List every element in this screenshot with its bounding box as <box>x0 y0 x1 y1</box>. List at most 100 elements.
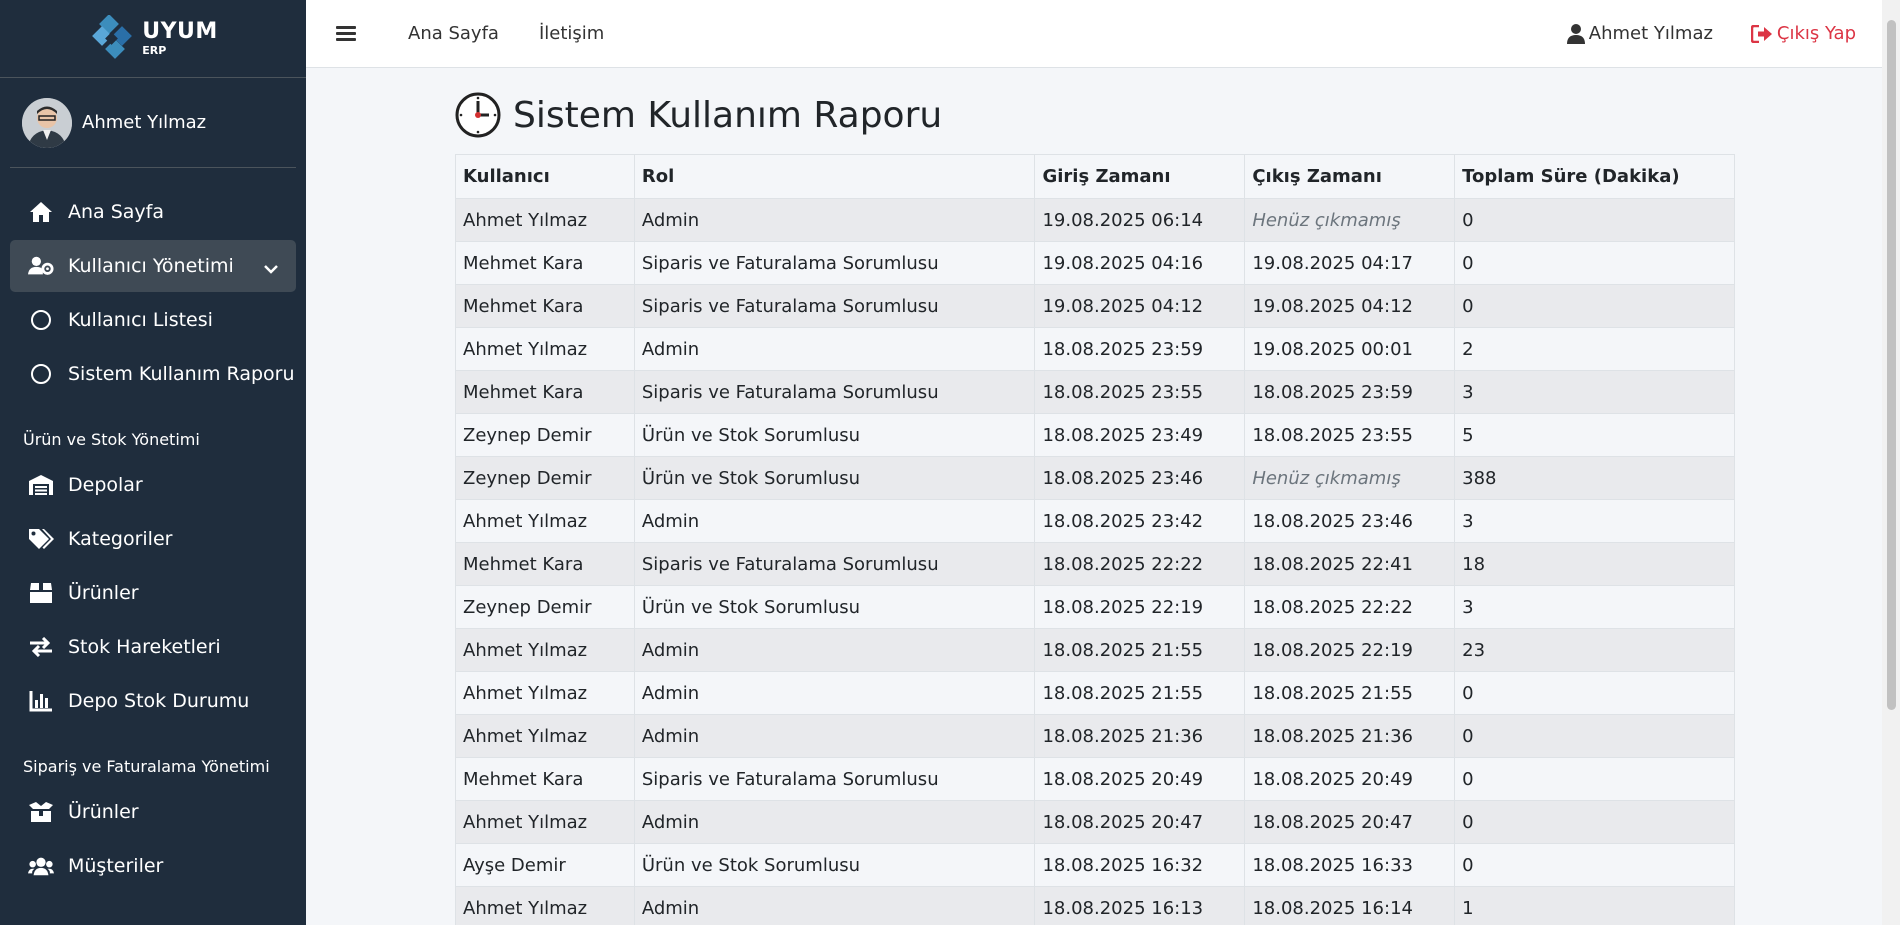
table-cell: 0 <box>1454 671 1735 715</box>
table-cell: Ayşe Demir <box>455 843 635 887</box>
table-cell: 18.08.2025 20:49 <box>1244 757 1456 801</box>
page-title: Sistem Kullanım Raporu <box>513 94 943 136</box>
table-cell: 3 <box>1454 585 1735 629</box>
sidebar-item-label: Müşteriler <box>68 855 164 877</box>
table-row: Ahmet Yılmaz Admin 18.08.2025 21:55 18.08.2… <box>455 628 1735 672</box>
table-cell: Ahmet Yılmaz <box>455 886 635 925</box>
table-cell: Admin <box>633 628 1036 672</box>
table-cell: 2 <box>1454 327 1735 371</box>
top-link-iletisim[interactable]: İletişim <box>539 23 604 44</box>
column-header-kullanici[interactable]: Kullanıcı <box>455 154 635 199</box>
table-cell: 18.08.2025 16:33 <box>1244 843 1456 887</box>
table-row: Mehmet Kara Siparis ve Faturalama Sorumlu… <box>455 370 1735 414</box>
table-cell: Henüz çıkmamış <box>1244 456 1456 500</box>
main-content: Sistem Kullanım Raporu Kullanıcı Rol Gir… <box>455 68 1735 925</box>
table-cell: Admin <box>633 499 1036 543</box>
table-cell: 18.08.2025 23:46 <box>1244 499 1456 543</box>
tags-icon <box>28 526 54 552</box>
sidebar-item-sistem-kullanim-raporu[interactable]: Sistem Kullanım Raporu <box>10 348 296 400</box>
table-cell: Siparis ve Faturalama Sorumlusu <box>633 757 1036 801</box>
table-cell: 18.08.2025 16:32 <box>1034 843 1246 887</box>
sign-out-icon <box>1750 24 1772 43</box>
table-cell: 0 <box>1454 198 1735 242</box>
sidebar-item-depo-stok-durumu[interactable]: Depo Stok Durumu <box>10 675 296 727</box>
box-open-icon <box>28 799 54 825</box>
exchange-icon <box>28 634 54 660</box>
top-user-menu[interactable]: Ahmet Yılmaz <box>1566 23 1713 44</box>
table-cell: 19.08.2025 04:16 <box>1034 241 1246 285</box>
menu-toggle-icon[interactable] <box>336 23 356 44</box>
sidebar-item-label: Kullanıcı Yönetimi <box>68 255 234 277</box>
table-cell: 18.08.2025 20:47 <box>1244 800 1456 844</box>
table-row: Ahmet Yılmaz Admin 18.08.2025 23:59 19.08.2… <box>455 327 1735 371</box>
sidebar-item-musteriler[interactable]: Müşteriler <box>10 840 296 892</box>
table-cell: Mehmet Kara <box>455 757 635 801</box>
sidebar-item-depolar[interactable]: Depolar <box>10 459 296 511</box>
table-cell: Zeynep Demir <box>455 456 635 500</box>
avatar <box>22 97 72 148</box>
table-cell: Mehmet Kara <box>455 542 635 586</box>
sidebar-item-kullanici-listesi[interactable]: Kullanıcı Listesi <box>10 294 296 346</box>
sidebar-nav: Ana Sayfa Kullanıcı Yönetimi Kullanıcı L… <box>0 168 306 892</box>
chevron-down-icon <box>264 257 278 279</box>
table-cell: 0 <box>1454 284 1735 328</box>
table-cell: Admin <box>633 198 1036 242</box>
table-cell: 18.08.2025 23:46 <box>1034 456 1246 500</box>
table-cell: Ürün ve Stok Sorumlusu <box>633 843 1036 887</box>
table-cell: Ahmet Yılmaz <box>455 628 635 672</box>
page-header: Sistem Kullanım Raporu <box>455 68 1735 154</box>
column-header-giris-zamani[interactable]: Giriş Zamanı <box>1034 154 1246 199</box>
table-cell: Siparis ve Faturalama Sorumlusu <box>633 284 1036 328</box>
nav-header-urun-stok: Ürün ve Stok Yönetimi <box>23 430 200 449</box>
brand-logo[interactable]: UYUM ERP <box>0 0 306 78</box>
table-cell: Ahmet Yılmaz <box>455 671 635 715</box>
avatar-image <box>22 97 72 148</box>
table-cell: 18.08.2025 16:14 <box>1244 886 1456 925</box>
table-row: Ahmet Yılmaz Admin 18.08.2025 23:42 18.08.2… <box>455 499 1735 543</box>
sidebar-item-ana-sayfa[interactable]: Ana Sayfa <box>10 186 296 238</box>
top-link-ana-sayfa[interactable]: Ana Sayfa <box>408 23 499 44</box>
table-cell: 18.08.2025 22:22 <box>1244 585 1456 629</box>
table-cell: Ahmet Yılmaz <box>455 198 635 242</box>
table-cell: 0 <box>1454 800 1735 844</box>
scrollbar-thumb[interactable] <box>1887 20 1896 710</box>
table-cell: Mehmet Kara <box>455 241 635 285</box>
table-row: Mehmet Kara Siparis ve Faturalama Sorumlu… <box>455 284 1735 328</box>
top-navbar: Ana Sayfa İletişim Ahmet Yılmaz Çıkış Ya… <box>306 0 1882 68</box>
sidebar-item-label: Sistem Kullanım Raporu <box>68 363 295 385</box>
table-cell: Siparis ve Faturalama Sorumlusu <box>633 241 1036 285</box>
table-cell: 18.08.2025 21:55 <box>1244 671 1456 715</box>
sidebar-item-kategoriler[interactable]: Kategoriler <box>10 513 296 565</box>
logo-icon <box>92 14 133 59</box>
sidebar-item-kullanici-yonetimi[interactable]: Kullanıcı Yönetimi <box>10 240 296 292</box>
table-cell: 18.08.2025 21:36 <box>1034 714 1246 758</box>
user-panel[interactable]: Ahmet Yılmaz <box>10 78 296 168</box>
logout-button[interactable]: Çıkış Yap <box>1750 23 1856 44</box>
table-cell: Mehmet Kara <box>455 370 635 414</box>
column-header-toplam-sure[interactable]: Toplam Süre (Dakika) <box>1454 154 1735 199</box>
table-cell: 19.08.2025 04:12 <box>1034 284 1246 328</box>
table-cell: 18.08.2025 21:55 <box>1034 628 1246 672</box>
table-cell: 18.08.2025 23:59 <box>1244 370 1456 414</box>
sidebar-item-label: Ürünler <box>68 582 139 604</box>
column-header-rol[interactable]: Rol <box>633 154 1036 199</box>
table-row: Zeynep Demir Ürün ve Stok Sorumlusu 18.08.… <box>455 585 1735 629</box>
table-cell: 18.08.2025 23:42 <box>1034 499 1246 543</box>
table-cell: Admin <box>633 671 1036 715</box>
sidebar-item-siparis-urunler[interactable]: Ürünler <box>10 786 296 838</box>
table-row: Mehmet Kara Siparis ve Faturalama Sorumlu… <box>455 241 1735 285</box>
sidebar-item-stok-hareketleri[interactable]: Stok Hareketleri <box>10 621 296 673</box>
sidebar-item-urunler[interactable]: Ürünler <box>10 567 296 619</box>
vertical-scrollbar[interactable] <box>1882 0 1900 925</box>
sidebar-item-label: Depolar <box>68 474 143 496</box>
table-cell: 18.08.2025 23:49 <box>1034 413 1246 457</box>
table-cell: 18.08.2025 23:55 <box>1244 413 1456 457</box>
column-header-cikis-zamani[interactable]: Çıkış Zamanı <box>1244 154 1456 199</box>
table-cell: Ürün ve Stok Sorumlusu <box>633 585 1036 629</box>
table-cell: 18.08.2025 23:59 <box>1034 327 1246 371</box>
sidebar: UYUM ERP Ahmet Yılmaz Ana Sayfa Kullanıc… <box>0 0 306 925</box>
sidebar-user-name: Ahmet Yılmaz <box>82 112 207 133</box>
table-cell: Siparis ve Faturalama Sorumlusu <box>633 370 1036 414</box>
logout-label: Çıkış Yap <box>1776 23 1856 44</box>
sidebar-item-label: Kullanıcı Listesi <box>68 309 213 331</box>
